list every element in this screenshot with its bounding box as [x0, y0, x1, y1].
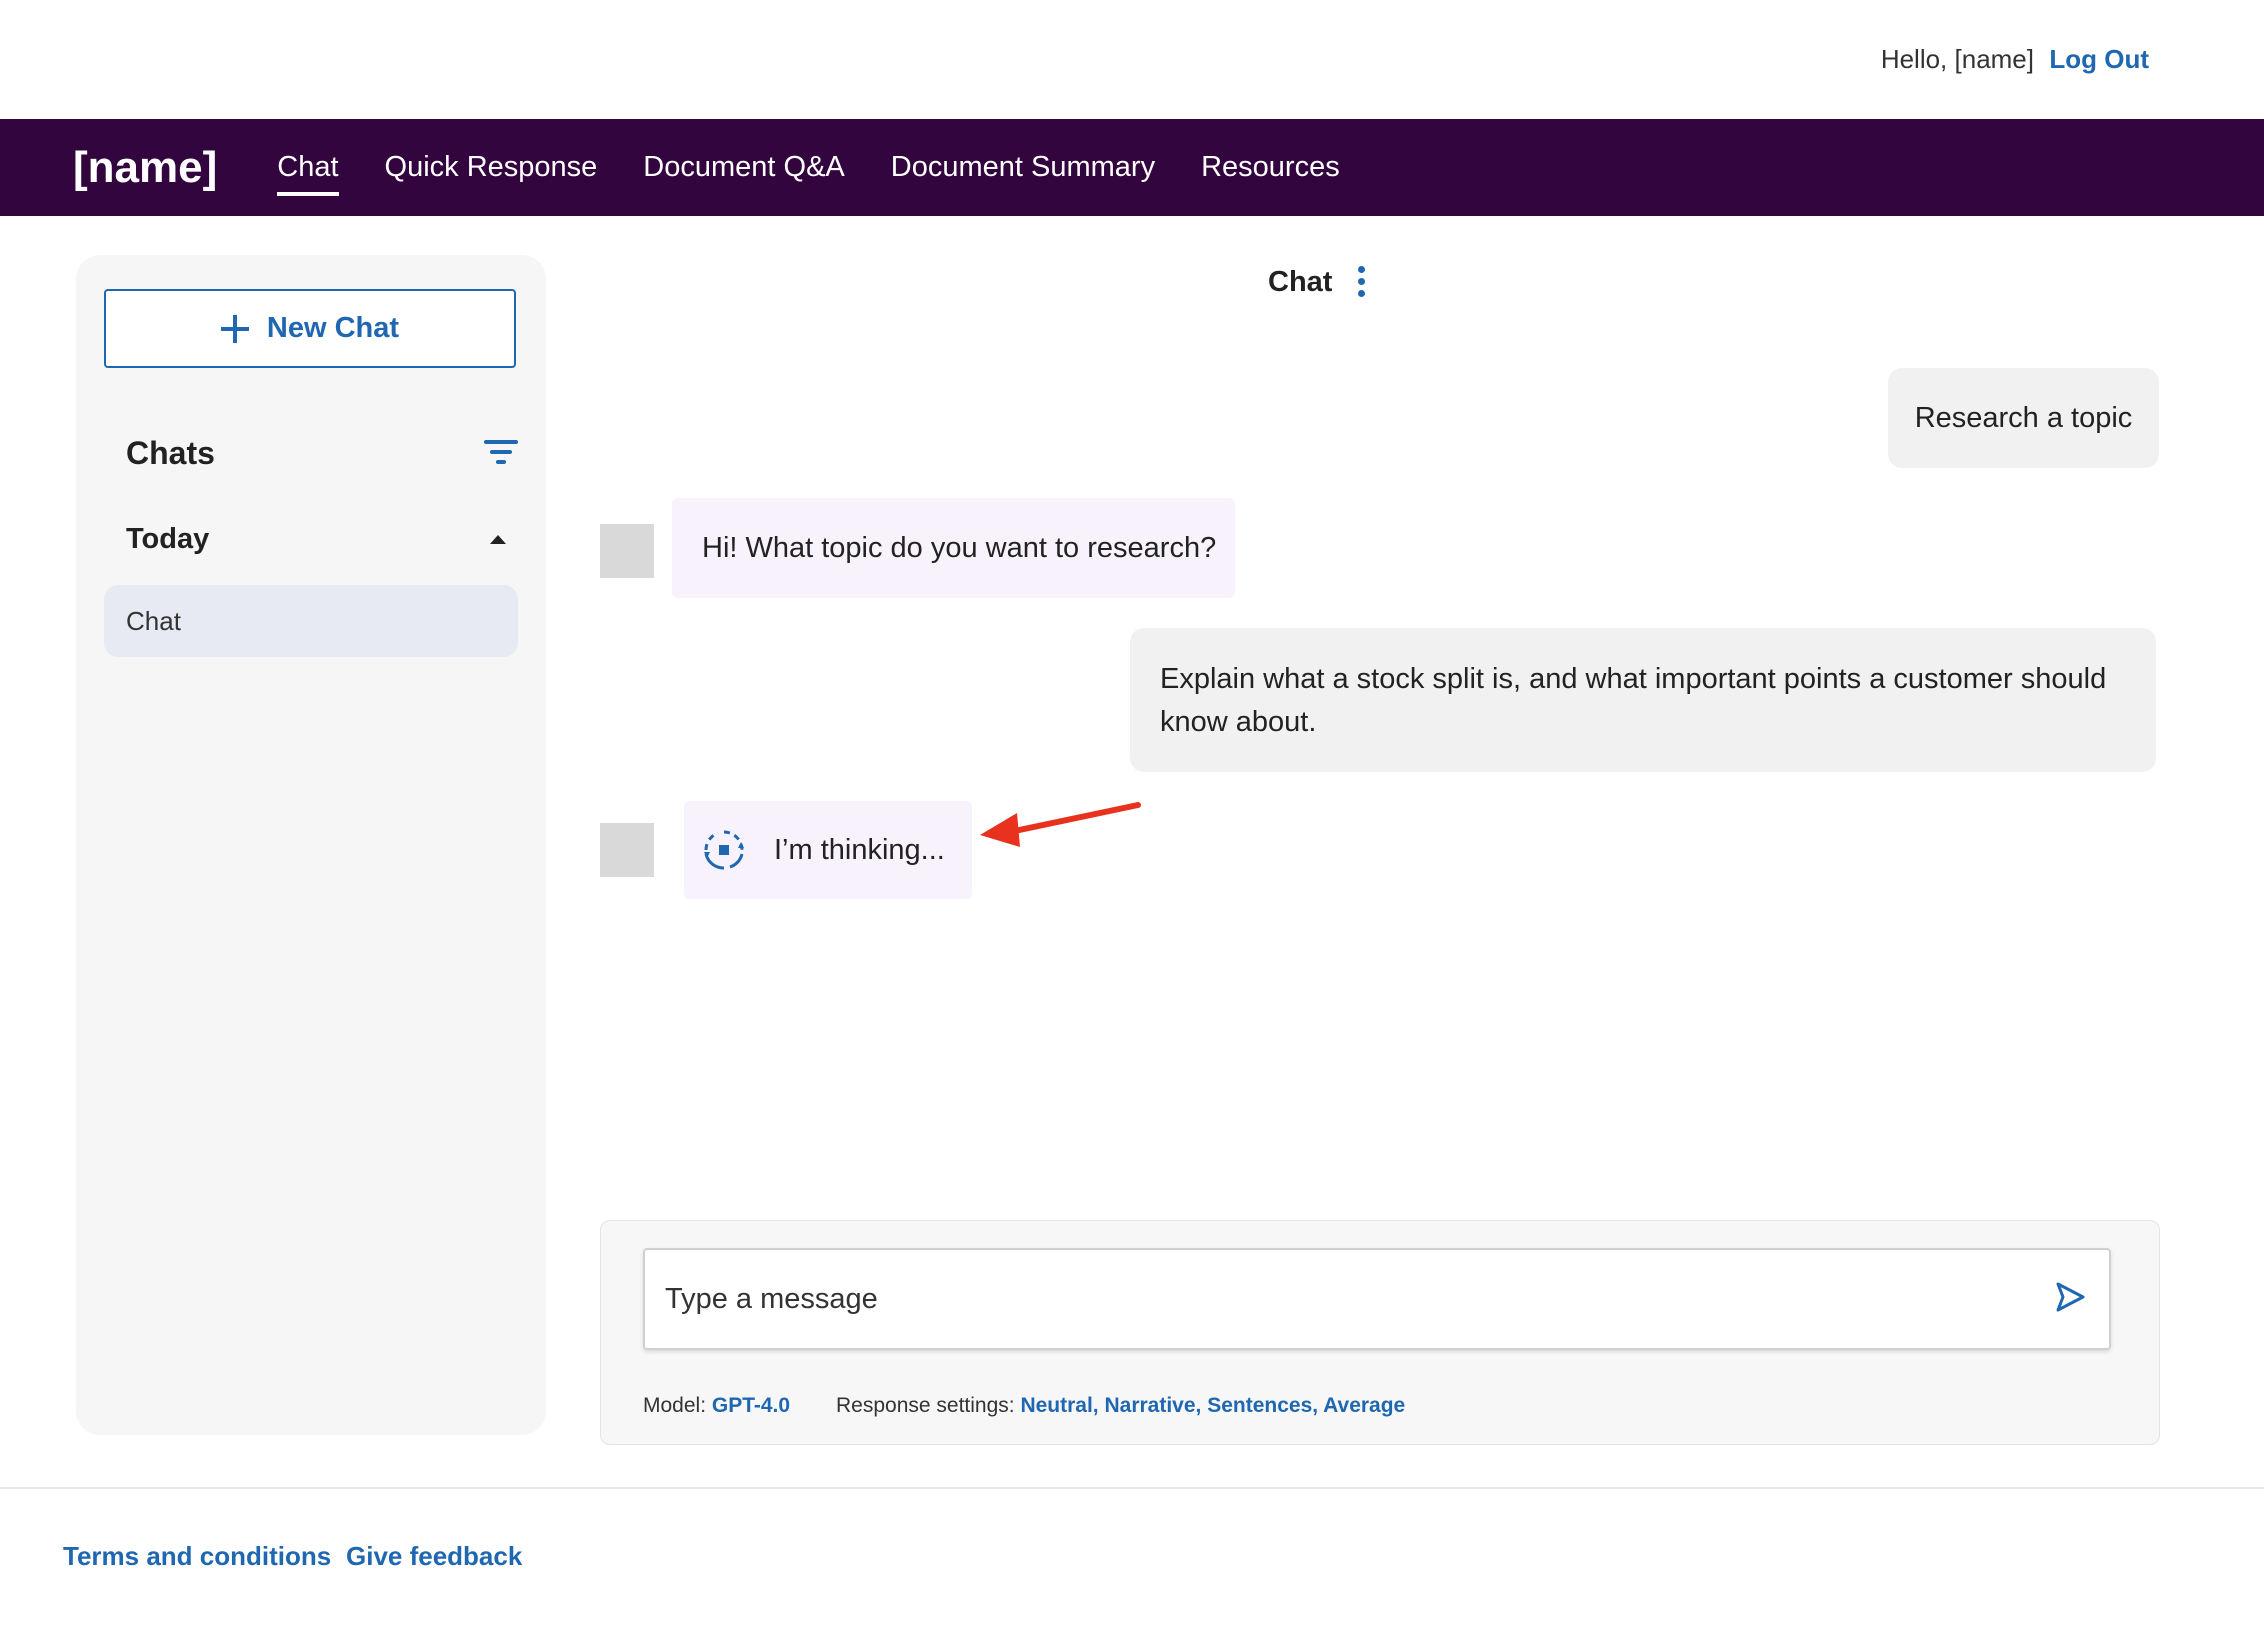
assistant-message: Hi! What topic do you want to research? [672, 498, 1235, 598]
response-settings-link[interactable]: Neutral, Narrative, Sentences, Average [1020, 1394, 1405, 1417]
nav-item-chat[interactable]: Chat [277, 151, 339, 196]
assistant-avatar [600, 524, 654, 578]
nav-item-quick-response[interactable]: Quick Response [385, 151, 598, 184]
chat-list-item[interactable]: Chat [104, 585, 518, 657]
greeting-text: Hello, [name] [1880, 44, 2034, 74]
nav-item-resources[interactable]: Resources [1201, 151, 1340, 184]
terms-link[interactable]: Terms and conditions [63, 1541, 331, 1572]
response-settings-info: Response settings: Neutral, Narrative, S… [836, 1394, 1405, 1418]
new-chat-label: New Chat [266, 312, 400, 344]
user-message: Research a topic [1888, 368, 2159, 468]
caret-up-icon[interactable] [490, 535, 506, 544]
page-footer: Terms and conditions Give feedback [0, 1487, 2264, 1625]
nav-item-document-qa[interactable]: Document Q&A [643, 151, 844, 184]
kebab-menu-icon[interactable] [1356, 266, 1366, 298]
group-heading-today: Today [126, 523, 210, 555]
logout-link[interactable]: Log Out [2049, 44, 2149, 75]
user-bar: Hello, [name] Log Out [0, 0, 2264, 119]
nav-item-document-summary[interactable]: Document Summary [891, 151, 1155, 184]
user-message: Explain what a stock split is, and what … [1130, 628, 2156, 772]
message-text: Hi! What topic do you want to research? [702, 531, 1217, 564]
feedback-link[interactable]: Give feedback [346, 1541, 522, 1572]
model-label: Model: [643, 1394, 707, 1417]
new-chat-button[interactable]: New Chat [104, 289, 516, 368]
model-info: Model: GPT-4.0 [643, 1394, 790, 1418]
filter-icon[interactable] [484, 440, 518, 466]
chat-sidebar: New Chat Chats Today Chat [76, 255, 546, 1435]
chats-heading: Chats [126, 435, 215, 471]
chat-list-item-label: Chat [126, 605, 181, 636]
message-composer: Model: GPT-4.0 Response settings: Neutra… [600, 1220, 2160, 1445]
chat-title: Chat [1268, 266, 1333, 298]
response-settings-label: Response settings: [836, 1394, 1015, 1417]
model-value-link[interactable]: GPT-4.0 [712, 1394, 790, 1417]
brand-logo[interactable]: [name] [73, 143, 217, 193]
message-input[interactable] [643, 1248, 2111, 1350]
spinner-icon [702, 828, 746, 872]
send-icon[interactable] [2053, 1280, 2087, 1314]
message-text: I’m thinking... [774, 833, 945, 866]
message-text: Explain what a stock split is, and what … [1160, 663, 2107, 738]
arrow-annotation [980, 802, 1141, 847]
message-text: Research a topic [1914, 401, 2133, 434]
main-nav: [name] Chat Quick Response Document Q&A … [0, 119, 2264, 216]
assistant-avatar [600, 823, 654, 877]
plus-icon [220, 314, 249, 343]
assistant-loading-message: I’m thinking... [684, 801, 972, 899]
